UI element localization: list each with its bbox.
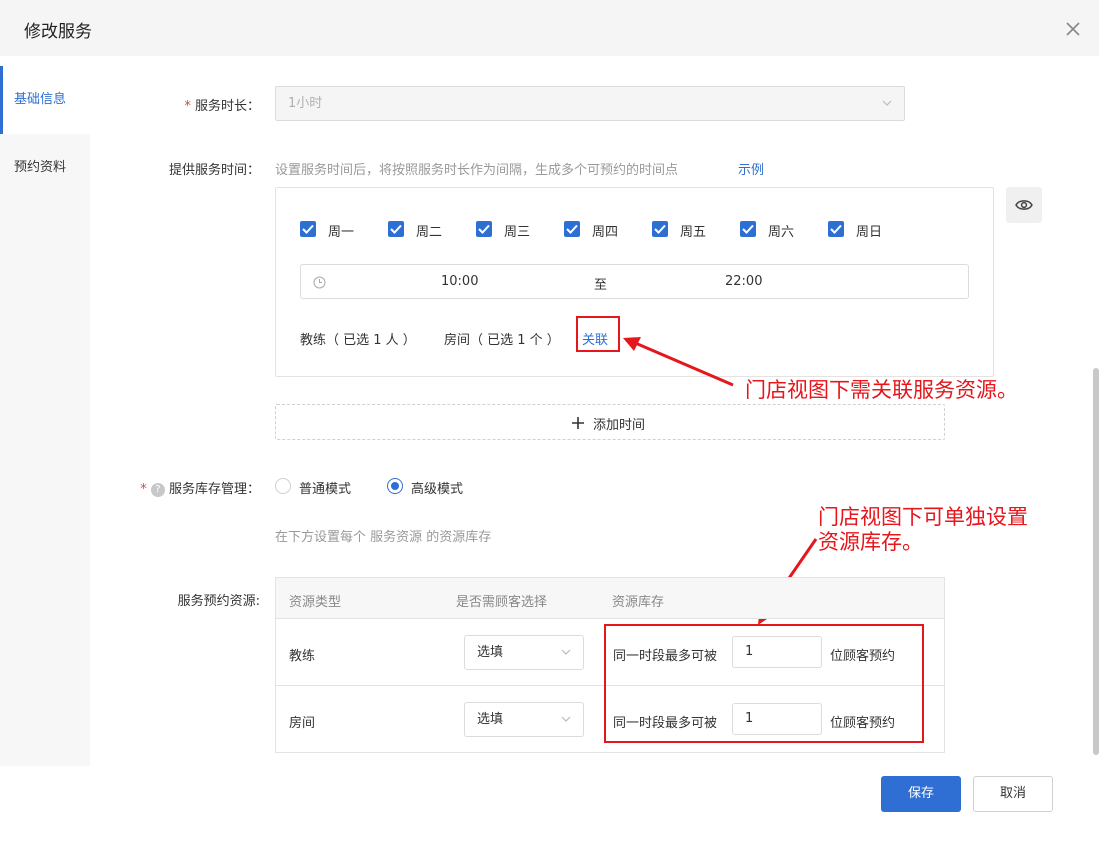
annotation-arrow-1 bbox=[623, 337, 734, 387]
time-end[interactable]: 22:00 bbox=[725, 274, 762, 289]
add-time-label: 添加时间 bbox=[593, 418, 646, 433]
duration-select: 1小时 bbox=[275, 86, 905, 121]
annotation-note-1: 门店视图下需关联服务资源。 bbox=[745, 378, 1018, 402]
annotation-note-2: 门店视图下可单独设置 资源库存。 bbox=[818, 505, 1028, 554]
sidebar: 基础信息 预约资料 bbox=[0, 66, 90, 766]
clock-icon bbox=[313, 276, 326, 289]
customer-choice-select[interactable]: 选填 bbox=[464, 702, 584, 737]
day-label: 周一 bbox=[328, 225, 355, 240]
resource-type: 房间 bbox=[289, 716, 316, 731]
resource-type: 教练 bbox=[289, 649, 316, 664]
day-label: 周日 bbox=[856, 225, 883, 240]
radio-label: 普通模式 bbox=[299, 482, 352, 497]
resources-label: 服务预约资源: bbox=[177, 594, 260, 609]
column-header: 资源类型 bbox=[289, 595, 342, 610]
day-label: 周五 bbox=[680, 225, 707, 240]
required-mark: * bbox=[184, 99, 191, 114]
time-separator: 至 bbox=[594, 278, 608, 293]
save-button[interactable]: 保存 bbox=[881, 776, 961, 812]
day-label: 周三 bbox=[504, 225, 531, 240]
preview-button[interactable] bbox=[1006, 187, 1042, 223]
annotation-box-stock bbox=[604, 624, 924, 743]
sidebar-item-booking-info[interactable]: 预约资料 bbox=[0, 134, 90, 202]
chevron-down-icon bbox=[882, 100, 892, 106]
chevron-down-icon bbox=[561, 649, 571, 655]
help-icon[interactable]: ? bbox=[150, 483, 165, 497]
eye-icon bbox=[1015, 200, 1033, 210]
duration-label: * 服务时长： bbox=[184, 99, 260, 114]
column-header: 资源库存 bbox=[612, 595, 665, 610]
room-selection: 房间（ 已选 1 个 ） bbox=[444, 333, 560, 348]
customer-choice-select[interactable]: 选填 bbox=[464, 635, 584, 670]
sidebar-item-label: 基础信息 bbox=[14, 92, 67, 107]
sidebar-item-label: 预约资料 bbox=[14, 160, 67, 175]
radio-label: 高级模式 bbox=[411, 482, 464, 497]
cancel-button[interactable]: 取消 bbox=[973, 776, 1053, 812]
coach-selection: 教练（ 已选 1 人 ） bbox=[300, 333, 416, 348]
add-time-button[interactable]: 添加时间 bbox=[275, 404, 945, 440]
example-link[interactable]: 示例 bbox=[738, 159, 764, 178]
service-time-hint: 设置服务时间后，将按照服务时长作为间隔，生成多个可预约的时间点 bbox=[275, 163, 679, 178]
service-time-label: 提供服务时间： bbox=[168, 163, 260, 178]
day-label: 周二 bbox=[416, 225, 443, 240]
time-start[interactable]: 10:00 bbox=[441, 274, 478, 289]
link-resources-button[interactable]: 关联 bbox=[582, 329, 608, 348]
table-header: 资源类型 是否需顾客选择 资源库存 bbox=[276, 578, 944, 619]
duration-value: 1小时 bbox=[288, 96, 323, 111]
dialog-header bbox=[0, 0, 1099, 56]
dialog-title: 修改服务 bbox=[24, 22, 92, 42]
close-icon[interactable] bbox=[1062, 18, 1084, 40]
time-range-picker[interactable]: 10:00 至 22:00 bbox=[300, 264, 969, 299]
day-label: 周六 bbox=[768, 225, 795, 240]
sidebar-item-basic-info[interactable]: 基础信息 bbox=[0, 66, 90, 134]
day-label: 周四 bbox=[592, 225, 619, 240]
chevron-down-icon bbox=[561, 716, 571, 722]
scrollbar[interactable] bbox=[1093, 368, 1099, 755]
column-header: 是否需顾客选择 bbox=[456, 595, 548, 610]
inventory-label: * ? 服务库存管理： bbox=[140, 482, 260, 497]
plus-icon bbox=[572, 417, 584, 429]
inventory-hint: 在下方设置每个 服务资源 的资源库存 bbox=[275, 530, 492, 545]
